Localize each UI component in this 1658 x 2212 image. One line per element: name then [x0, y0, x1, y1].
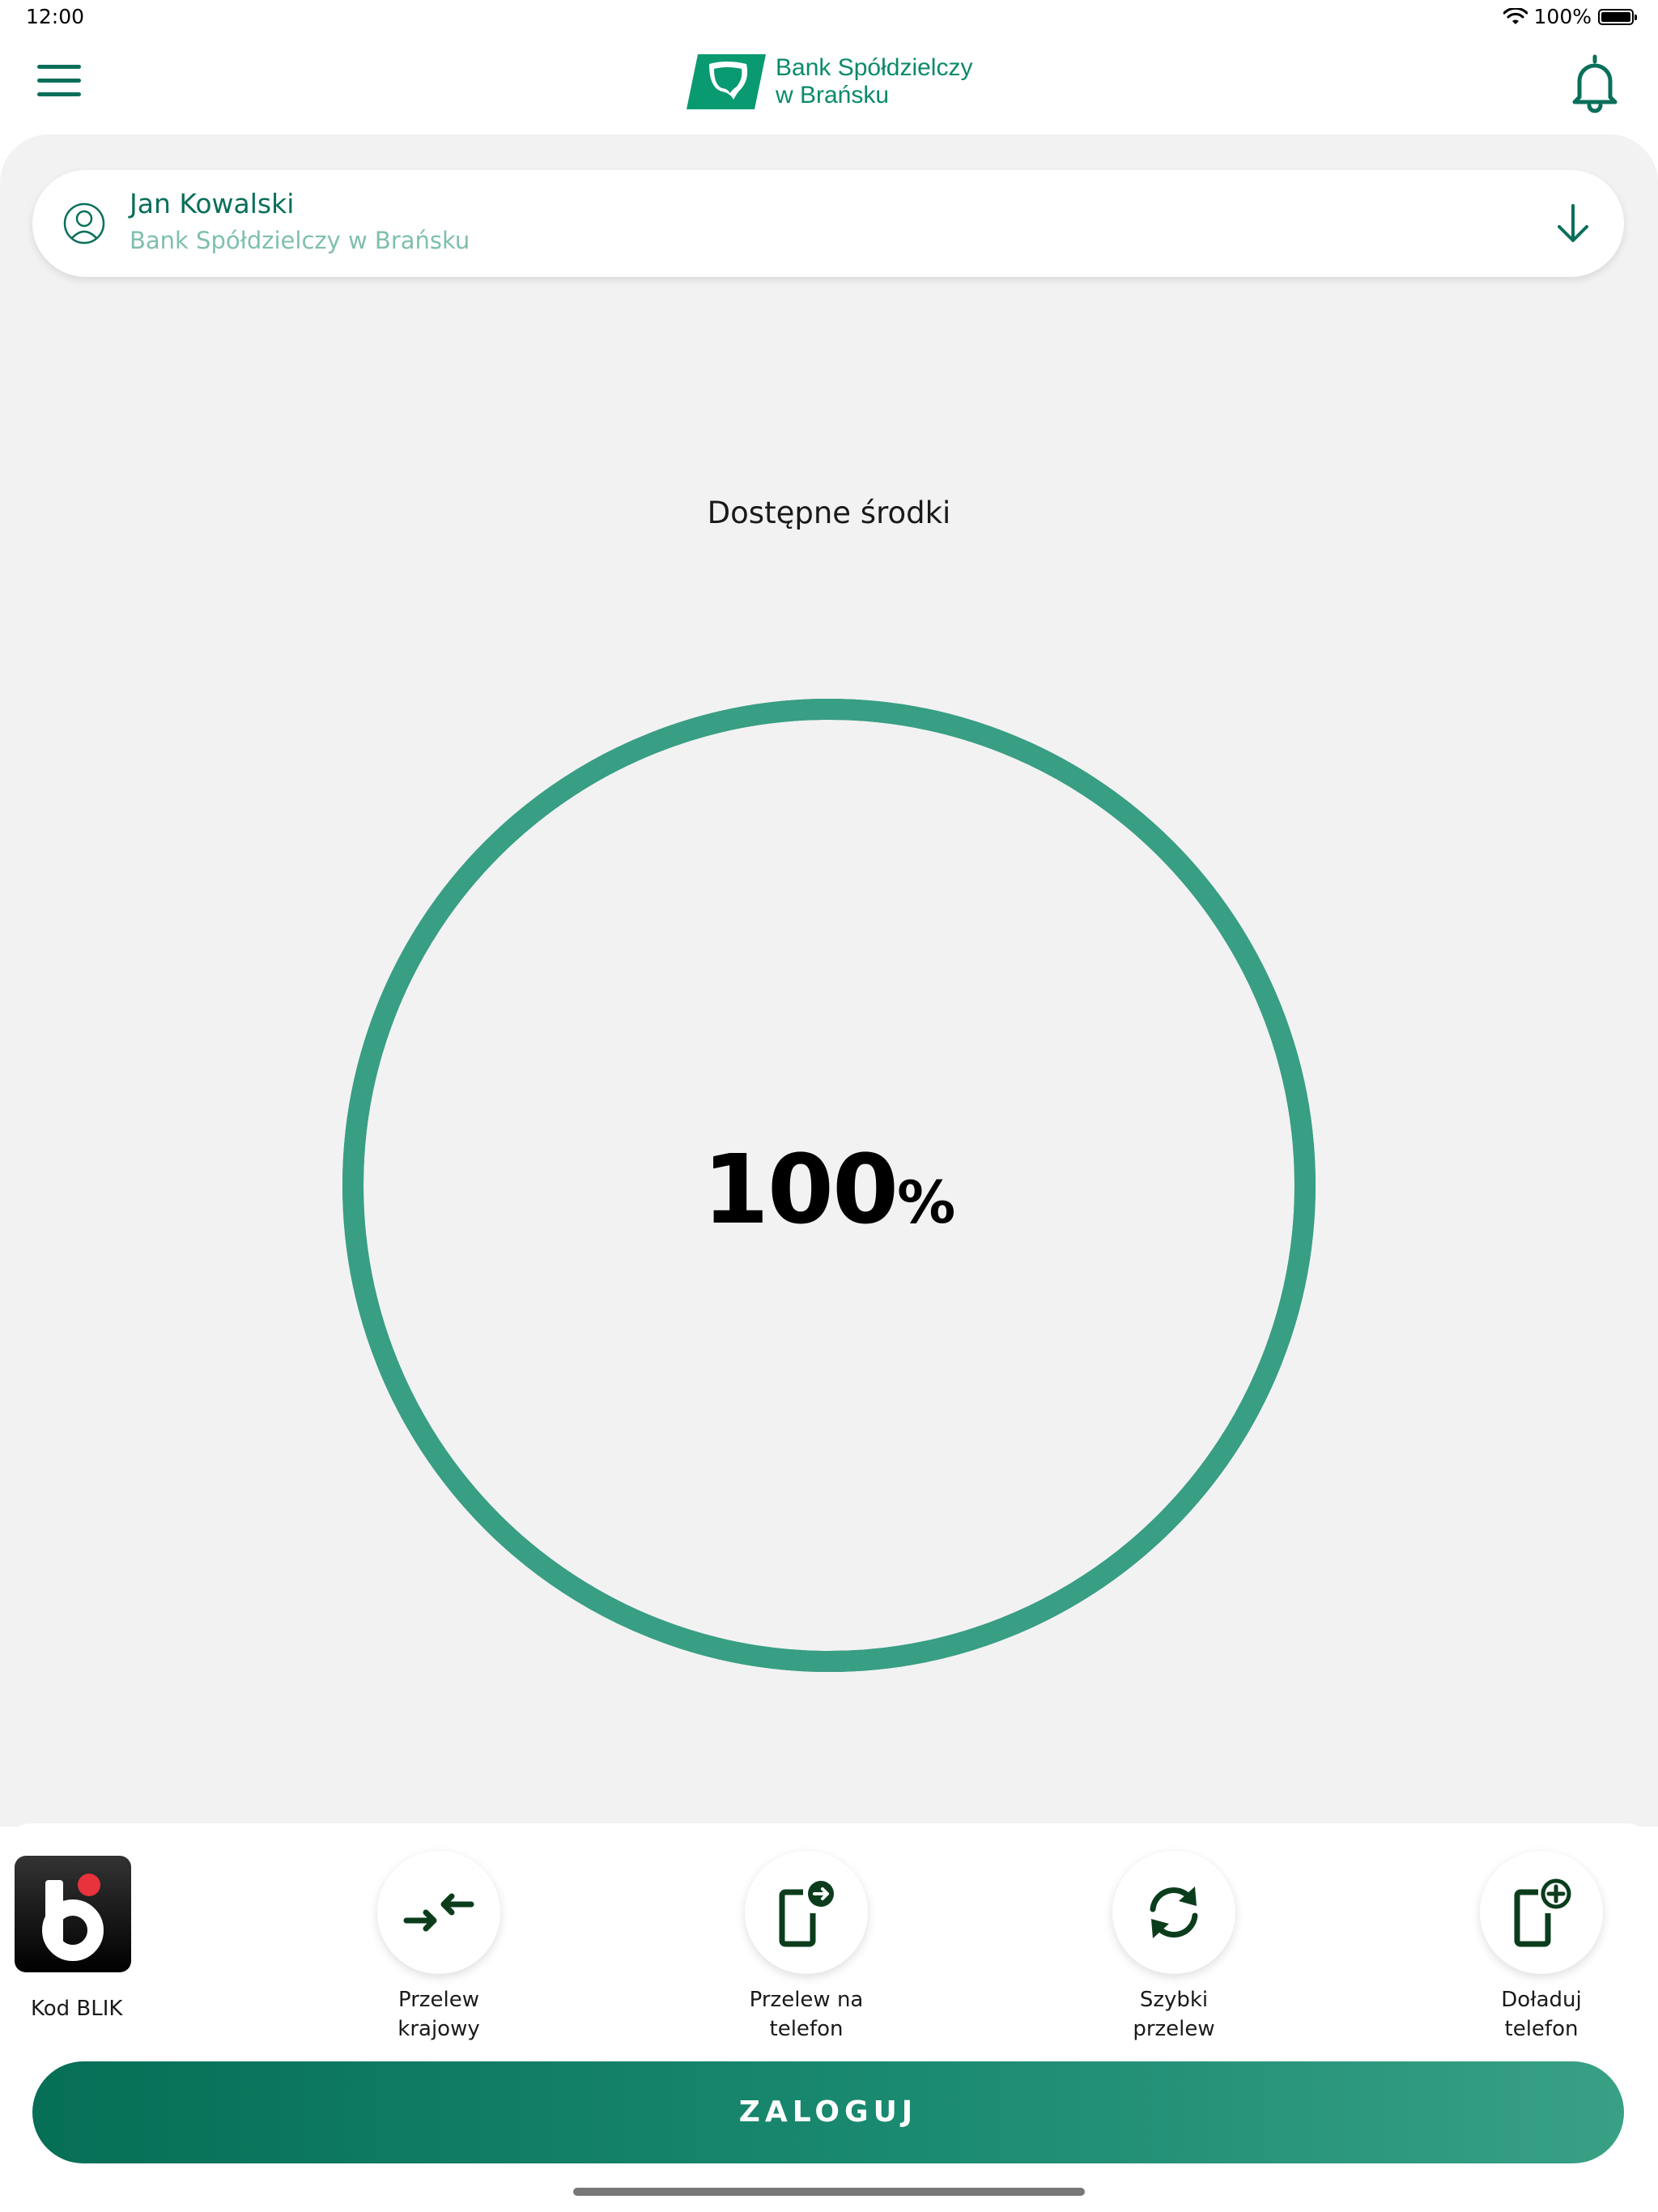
account-selector[interactable]: Jan Kowalski Bank Spółdzielczy w Brańsku [32, 170, 1624, 277]
domestic-transfer-action[interactable]: Przelew krajowy [374, 1851, 504, 2044]
notifications-button[interactable] [1567, 52, 1623, 113]
status-indicators: 100% [1503, 5, 1637, 28]
funds-percent-value: 100 [702, 1134, 899, 1245]
blik-icon [42, 1874, 104, 1961]
domestic-transfer-button[interactable] [377, 1851, 500, 1974]
refresh-icon [1150, 1887, 1198, 1938]
home-indicator[interactable] [573, 2188, 1085, 2196]
account-bank-name: Bank Spółdzielczy w Brańsku [130, 227, 470, 254]
bell-icon [1572, 54, 1618, 113]
user-icon [63, 202, 105, 245]
funds-percent: 100% [0, 1134, 1658, 1245]
battery-percent: 100% [1533, 5, 1592, 28]
phone-transfer-icon [779, 1881, 834, 1947]
blik-label: Kod BLIK [31, 1997, 123, 2021]
phone-transfer-button[interactable] [745, 1851, 868, 1974]
status-bar: 12:00 100% [0, 0, 1658, 37]
bank-logo: Bank Spółdzielczy w Brańsku [685, 50, 972, 113]
bank-name: Bank Spółdzielczy w Brańsku [776, 54, 972, 109]
quick-transfer-label: Szybki przelew [1133, 1988, 1215, 2041]
bank-name-line2: w Brańsku [776, 82, 890, 108]
hamburger-icon [37, 65, 81, 69]
available-funds-label: Dostępne środki [707, 496, 951, 530]
account-holder-name: Jan Kowalski [130, 188, 295, 219]
bank-name-line1: Bank Spółdzielczy [776, 54, 973, 81]
quick-transfer-button[interactable] [1112, 1851, 1235, 1974]
funds-percent-sign: % [897, 1168, 956, 1236]
status-time: 12:00 [26, 5, 85, 28]
login-button[interactable]: ZALOGUJ [32, 2061, 1624, 2163]
menu-button[interactable] [34, 60, 86, 102]
blik-button[interactable] [15, 1856, 131, 1972]
phone-topup-button[interactable] [1480, 1851, 1603, 1974]
bank-logo-icon [687, 54, 766, 109]
battery-icon [1598, 8, 1637, 25]
app-header: Bank Spółdzielczy w Brańsku [0, 37, 1658, 136]
arrow-down-icon[interactable] [1554, 201, 1592, 246]
phone-topup-label: Doładuj telefon [1501, 1988, 1582, 2041]
phone-topup-icon [1514, 1878, 1571, 1947]
wifi-icon [1503, 7, 1528, 24]
phone-transfer-action[interactable]: Przelew na telefon [742, 1851, 871, 2044]
domestic-transfer-label: Przelew krajowy [397, 1988, 480, 2041]
phone-topup-action[interactable]: Doładuj telefon [1477, 1851, 1606, 2044]
transfer-arrows-icon [403, 1893, 474, 1932]
quick-transfer-action[interactable]: Szybki przelew [1109, 1851, 1239, 2044]
phone-transfer-label: Przelew na telefon [749, 1988, 864, 2041]
